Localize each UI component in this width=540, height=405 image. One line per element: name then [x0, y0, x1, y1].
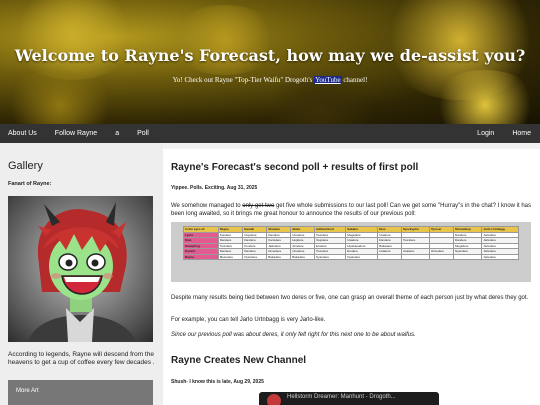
channel-avatar [267, 394, 281, 405]
nav-home[interactable]: Home [503, 124, 540, 143]
fanart-label: Fanart of Rayne: [8, 181, 52, 187]
nav-poll[interactable]: Poll [128, 124, 158, 143]
post-strikethrough-text: only get two [242, 203, 275, 209]
post-text: We somehow managed to [171, 203, 243, 209]
post-paragraph: We somehow managed to only get two get f… [171, 202, 533, 218]
youtube-link[interactable]: YouTube [314, 76, 342, 84]
gallery-sidebar: Gallery Fanart of Rayne: According to le… [0, 143, 163, 405]
gallery-description: According to legends, Rayne will descend… [8, 351, 155, 366]
poll-cell: Mesodere [217, 253, 244, 260]
post-meta: Shush- I know this is late, Aug 29, 2025 [171, 379, 264, 385]
nav-login[interactable]: Login [468, 124, 503, 143]
nav-about-us[interactable]: About Us [0, 124, 46, 143]
poll-cell [428, 253, 454, 260]
embedded-video[interactable]: Hellstorm Dreamer: Manhunt - Drogoth... [259, 392, 439, 405]
video-title: Hellstorm Dreamer: Manhunt - Drogoth... [287, 394, 396, 400]
poll-cell: Nyandere [242, 253, 268, 260]
hero-subtitle-text: Yo! Check out Rayne "Top-Tier Waifu" Dro… [172, 76, 315, 84]
hero-banner: Welcome to Rayne's Forecast, how may we … [0, 0, 540, 124]
nav-follow-rayne[interactable]: Follow Rayne [46, 124, 106, 143]
more-art-button[interactable]: More Art [8, 380, 153, 405]
hero-flower-decor [250, 80, 390, 124]
post-paragraph-italic: Since our previous poll was about deres,… [171, 332, 416, 338]
post-paragraph: For example, you can tell Jarlo Urtnbagg… [171, 317, 326, 323]
poll-cell [452, 253, 483, 260]
hero-title: Welcome to Rayne's Forecast, how may we … [14, 46, 526, 65]
poll-cell: Nyandere [313, 253, 347, 260]
hero-subtitle-text-end: channel! [341, 76, 368, 84]
hero-subtitle: Yo! Check out Rayne "Top-Tier Waifu" Dro… [0, 76, 540, 84]
poll-cell: Bakadere [266, 253, 292, 260]
poll-cell [400, 253, 430, 260]
post-title[interactable]: Rayne Creates New Channel [171, 355, 306, 366]
poll-cell: Bakadere [290, 253, 315, 260]
poll-row: Rayne Mesodere Nyandere Bakadere Bakadere Nya… [183, 253, 519, 260]
gallery-title: Gallery [8, 160, 43, 172]
poll-results-table: In the eyes of: Rayne Kamell Shadow Aklas Adt… [183, 226, 519, 260]
post-meta: Yippee. Polls. Exciting. Aug 31, 2025 [171, 185, 258, 191]
main-content: Rayne's Forecast's second poll + results… [163, 143, 540, 405]
hero-flower-decor [8, 0, 138, 80]
top-navbar: About Us Follow Rayne a Poll Login Home [0, 124, 540, 143]
fanart-image[interactable] [8, 196, 153, 342]
nav-a[interactable]: a [106, 124, 128, 143]
poll-results-image: In the eyes of: Rayne Kamell Shadow Aklas Adt… [171, 222, 531, 282]
post-title[interactable]: Rayne's Forecast's second poll + results… [171, 162, 418, 173]
poll-cell: Jarlodere [481, 253, 519, 260]
post-paragraph: Despite many results being tied between … [171, 295, 529, 301]
poll-cell: Nyandere [345, 253, 379, 260]
post-card: Rayne Creates New Channel Shush- I know … [163, 349, 540, 405]
poll-cell [377, 253, 402, 260]
poll-person-cell: Rayne [183, 253, 219, 260]
post-card: Rayne's Forecast's second poll + results… [163, 149, 540, 349]
rayne-fanart-illustration [28, 202, 136, 342]
